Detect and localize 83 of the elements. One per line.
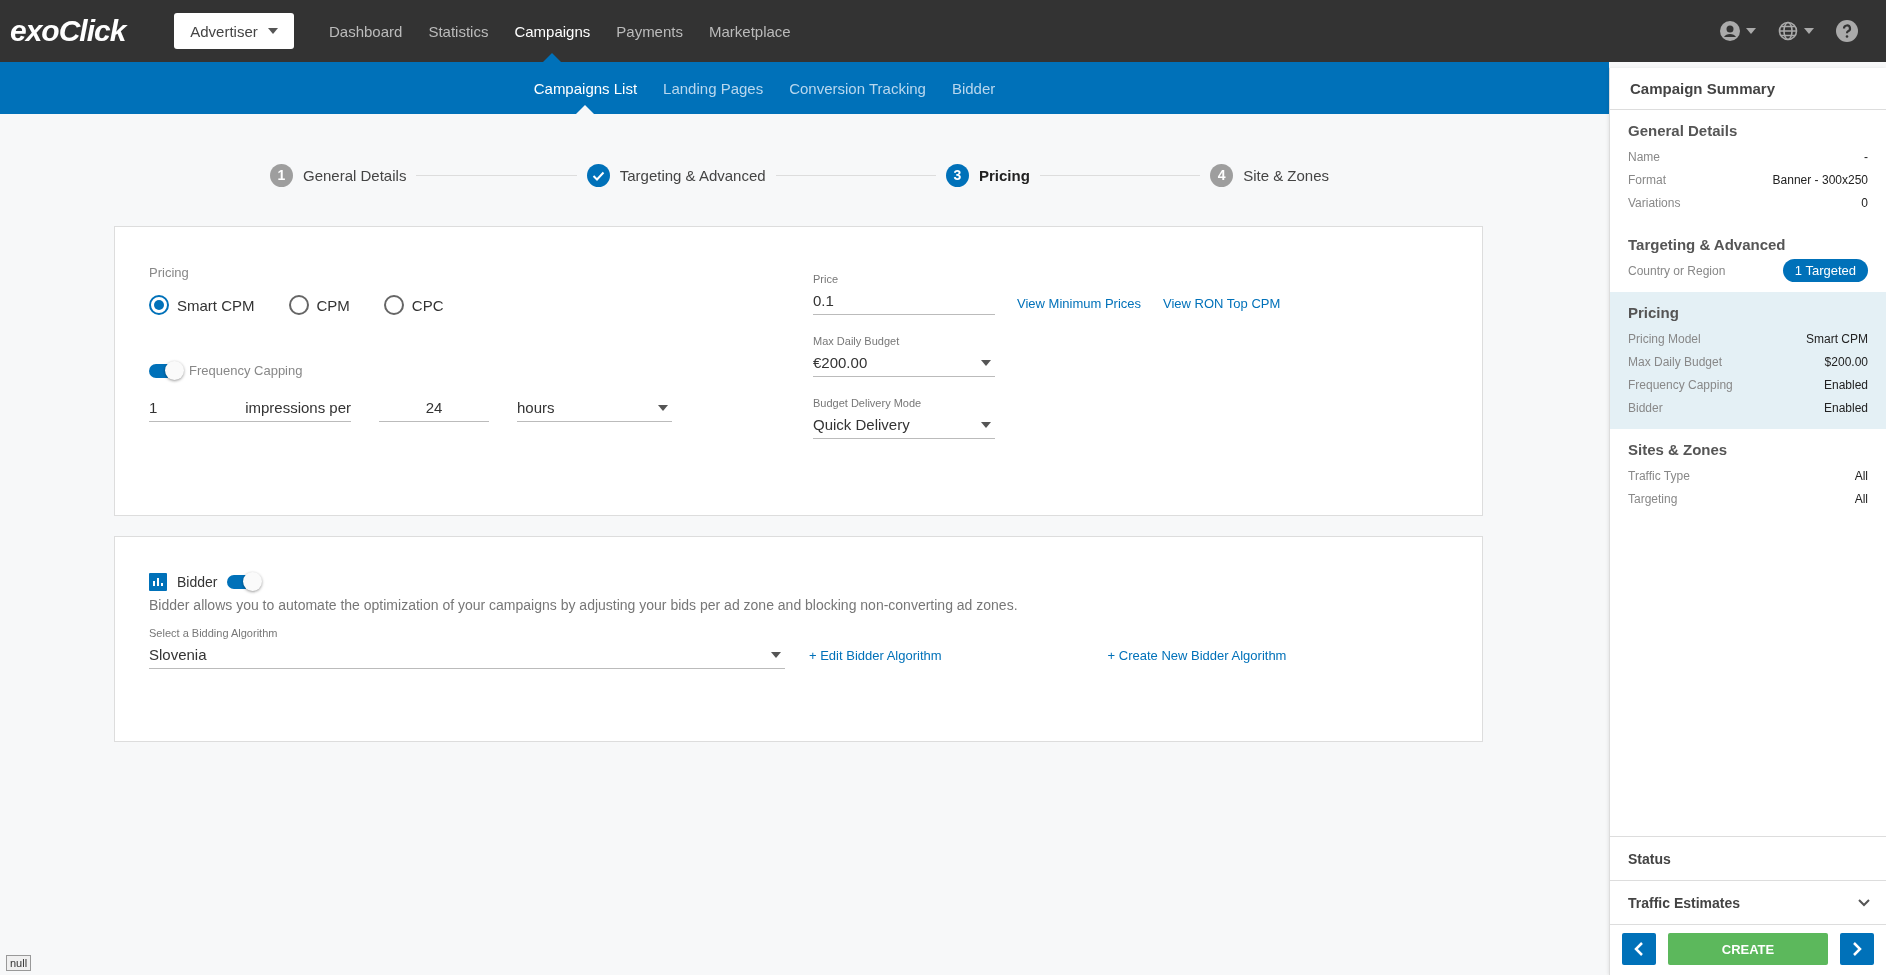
targeted-badge: 1 Targeted: [1782, 259, 1868, 282]
step-label: Pricing: [978, 166, 1030, 184]
toggle-label: Frequency Capping: [189, 363, 303, 378]
summary-value: Enabled: [1823, 400, 1868, 415]
summary-label: Format: [1628, 172, 1666, 187]
section-title: Bidder: [177, 574, 218, 590]
summary-label: Pricing Model: [1628, 331, 1701, 346]
summary-value: All: [1854, 491, 1868, 506]
radio-option[interactable]: CPC: [383, 295, 444, 315]
price-field[interactable]: 0.1: [813, 287, 995, 315]
period-field[interactable]: 24: [379, 394, 489, 422]
subnav-tab[interactable]: Campaigns List: [520, 62, 651, 114]
summary-value: 0: [1861, 195, 1868, 210]
link[interactable]: View RON Top CPM: [1163, 296, 1281, 311]
summary-label: Targeting: [1628, 491, 1678, 506]
summary-label: Variations: [1628, 195, 1681, 210]
delivery-mode-dropdown[interactable]: Quick Delivery: [813, 411, 995, 439]
section-title: General Details: [1628, 122, 1739, 139]
summary-label: Max Daily Budget: [1628, 354, 1723, 369]
nav-tab[interactable]: Dashboard: [316, 0, 416, 62]
step-number: 1: [270, 163, 293, 187]
panel-header[interactable]: Status: [1610, 836, 1886, 880]
field-label: Max Daily Budget: [813, 335, 901, 347]
user-menu-button[interactable]: [1720, 21, 1756, 41]
link[interactable]: View Minimum Prices: [1017, 296, 1141, 311]
nav-tab[interactable]: Campaigns: [501, 0, 604, 62]
caret-icon: [1746, 28, 1756, 34]
step-number: 4: [1210, 163, 1234, 187]
language-menu-button[interactable]: [1778, 21, 1814, 41]
nav-tab[interactable]: Marketplace: [696, 0, 804, 62]
chevron-down-icon: [1858, 898, 1870, 907]
panel-title: Campaign Summary: [1610, 68, 1886, 110]
field-label: Select a Bidding Algorithm: [149, 627, 279, 639]
next-button[interactable]: [1840, 933, 1874, 965]
chevron-right-icon: [1852, 942, 1862, 956]
field-label: Pricing: [149, 265, 189, 280]
budget-dropdown[interactable]: €200.00: [813, 349, 995, 377]
summary-label: Country or Region: [1628, 263, 1726, 278]
unit-dropdown[interactable]: hours: [517, 394, 672, 422]
summary-value: -: [1864, 149, 1868, 164]
link[interactable]: + Create New Bidder Algorithm: [1107, 648, 1287, 663]
summary-value: Banner - 300x250: [1772, 172, 1868, 187]
summary-value: All: [1854, 468, 1868, 483]
panel-header[interactable]: Traffic Estimates: [1610, 880, 1886, 924]
caret-icon: [1804, 28, 1814, 34]
previous-button[interactable]: [1622, 933, 1656, 965]
caret-icon: [981, 421, 991, 428]
nav-tab[interactable]: Payments: [603, 0, 696, 62]
logo: exoClick: [10, 14, 129, 48]
description: Bidder allows you to automate the optimization of your campaigns by adjusting your bids per ad zone and blocking non-converting ad zones.: [149, 597, 1019, 613]
account-dropdown[interactable]: Advertiser: [174, 13, 294, 49]
impressions-field[interactable]: 1 impressions per: [149, 394, 351, 422]
chevron-left-icon: [1634, 942, 1644, 956]
summary-label: Traffic Type: [1628, 468, 1690, 483]
summary-label: Bidder: [1628, 400, 1663, 415]
summary-value: Enabled: [1823, 377, 1868, 392]
nav-tab[interactable]: Statistics: [415, 0, 502, 62]
radio-option[interactable]: Smart CPM: [149, 295, 255, 315]
summary-value: $200.00: [1824, 354, 1868, 369]
section-title: Targeting & Advanced: [1628, 236, 1787, 253]
section-title: Pricing: [1628, 304, 1680, 321]
caret-icon: [267, 28, 278, 34]
link[interactable]: + Edit Bidder Algorithm: [809, 648, 942, 663]
field-label: Budget Delivery Mode: [813, 397, 923, 409]
field-label: Price: [813, 273, 840, 285]
algorithm-dropdown[interactable]: Slovenia: [149, 641, 785, 669]
bar-chart-icon: [149, 573, 167, 591]
debug-tag: null: [6, 955, 32, 971]
caret-icon: [658, 404, 668, 411]
summary-value: Smart CPM: [1806, 331, 1868, 346]
caret-icon: [981, 359, 991, 366]
step-label: General Details: [303, 166, 407, 184]
summary-label: Frequency Capping: [1628, 377, 1733, 392]
step-label: Targeting & Advanced: [619, 166, 766, 184]
section-title: Sites & Zones: [1628, 441, 1729, 458]
subnav-tab[interactable]: Conversion Tracking: [776, 62, 939, 114]
subnav-tab[interactable]: Bidder: [938, 62, 1009, 114]
help-button[interactable]: [1836, 20, 1858, 42]
radio-option[interactable]: CPM: [288, 295, 350, 315]
summary-label: Name: [1628, 149, 1660, 164]
step-number: 3: [945, 163, 969, 187]
step-label: Site & Zones: [1243, 166, 1329, 184]
caret-icon: [771, 651, 781, 658]
